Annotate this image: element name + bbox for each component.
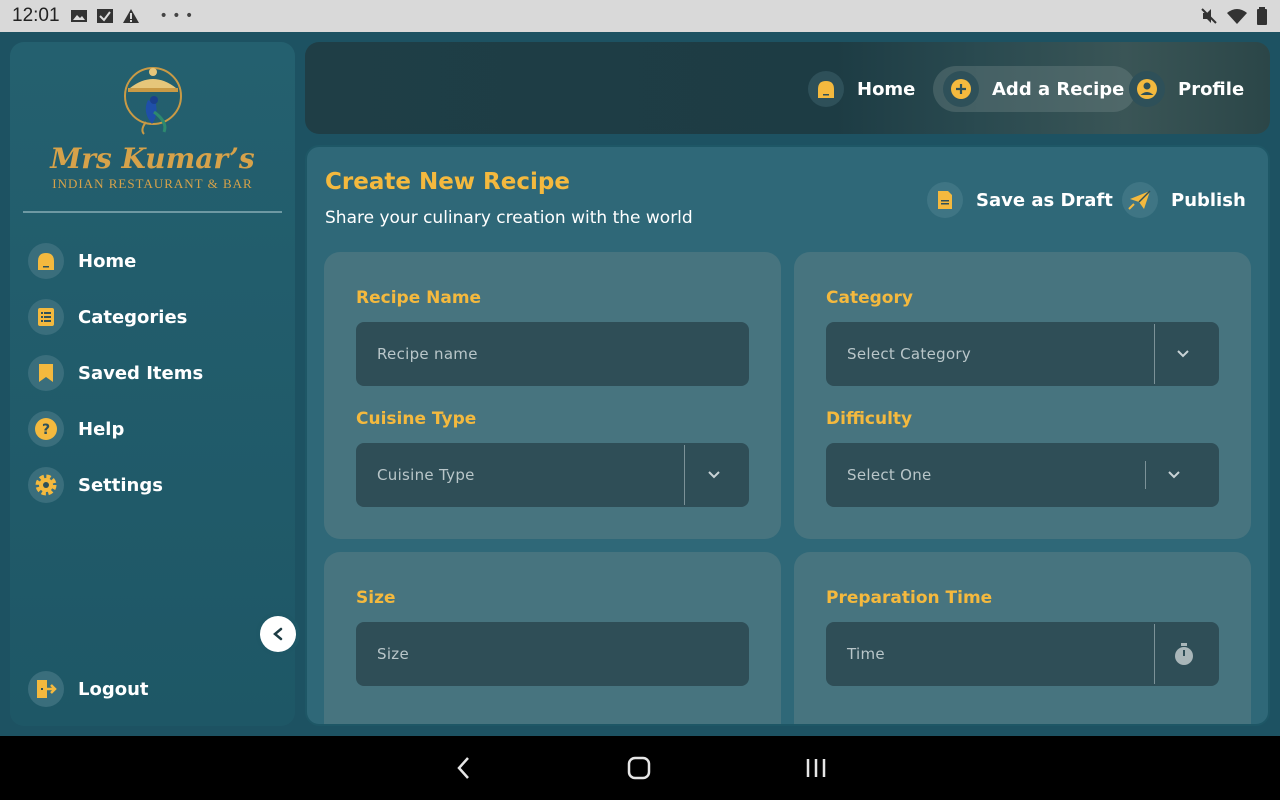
list-icon — [28, 299, 64, 335]
cuisine-type-select[interactable]: Cuisine Type — [356, 443, 749, 507]
classification-panel: Category Select Category Difficulty Sele… — [794, 252, 1251, 539]
sidebar-item-help[interactable]: ? Help — [28, 409, 124, 449]
home-icon — [28, 243, 64, 279]
cuisine-type-placeholder: Cuisine Type — [377, 466, 475, 484]
time-panel: Preparation Time Time — [794, 552, 1251, 724]
save-draft-button[interactable]: Save as Draft — [927, 182, 1113, 218]
header-nav-profile[interactable]: Profile — [1129, 66, 1244, 112]
recipe-name-label: Recipe Name — [356, 288, 482, 308]
document-icon — [927, 182, 963, 218]
sidebar-item-label: Settings — [78, 474, 163, 496]
wifi-icon — [1227, 9, 1247, 24]
chevron-down-icon — [1168, 471, 1180, 479]
status-bar: 12:01 • • • — [0, 0, 1280, 32]
difficulty-select[interactable]: Select One — [826, 443, 1219, 507]
sidebar-item-label: Saved Items — [78, 362, 204, 384]
logout-icon — [28, 671, 64, 707]
back-icon[interactable] — [454, 756, 474, 780]
sidebar-item-home[interactable]: Home — [28, 241, 136, 281]
publish-button[interactable]: Publish — [1122, 182, 1246, 218]
category-placeholder: Select Category — [847, 345, 972, 363]
difficulty-placeholder: Select One — [847, 466, 932, 484]
difficulty-label: Difficulty — [826, 409, 913, 429]
sidebar-item-label: Categories — [78, 306, 188, 328]
gear-icon — [28, 467, 64, 503]
header-nav-label: Home — [857, 78, 916, 100]
status-time: 12:01 — [12, 5, 60, 26]
field-separator — [684, 445, 685, 505]
restaurant-logo — [10, 52, 295, 142]
bookmark-icon — [28, 355, 64, 391]
chevron-down-icon — [1177, 350, 1189, 358]
publish-label: Publish — [1171, 189, 1246, 211]
send-icon — [1122, 182, 1158, 218]
cuisine-type-label: Cuisine Type — [356, 409, 477, 429]
field-separator — [1154, 624, 1155, 684]
chevron-left-icon — [273, 627, 283, 641]
save-draft-label: Save as Draft — [976, 189, 1113, 211]
field-separator — [1145, 461, 1146, 489]
sidebar-item-saved-items[interactable]: Saved Items — [28, 353, 203, 393]
recipe-name-placeholder: Recipe name — [377, 345, 478, 363]
chevron-down-icon — [708, 471, 720, 479]
more-icon: • • • — [159, 8, 194, 24]
size-panel: Size Size — [324, 552, 781, 724]
sidebar-item-settings[interactable]: Settings — [28, 465, 163, 505]
size-input[interactable]: Size — [356, 622, 749, 686]
header-nav-add-recipe[interactable]: Add a Recipe — [933, 66, 1137, 112]
image-icon — [70, 10, 87, 22]
page-title: Create New Recipe — [325, 169, 570, 195]
timer-icon — [1175, 643, 1193, 665]
category-label: Category — [826, 288, 913, 308]
header-nav-home[interactable]: Home — [808, 66, 915, 112]
battery-icon — [1257, 7, 1267, 25]
logout-button[interactable]: Logout — [28, 669, 149, 709]
mute-icon — [1201, 8, 1217, 24]
create-recipe-card: Create New Recipe Share your culinary cr… — [305, 145, 1270, 726]
recent-apps-icon[interactable] — [805, 756, 827, 780]
preparation-time-input[interactable]: Time — [826, 622, 1219, 686]
logout-label: Logout — [78, 678, 149, 700]
brand-subtitle: INDIAN RESTAURANT & BAR — [52, 176, 253, 191]
sidebar-item-label: Home — [78, 250, 137, 272]
home-icon — [808, 71, 844, 107]
sidebar-item-categories[interactable]: Categories — [28, 297, 187, 337]
field-separator — [1154, 324, 1155, 384]
collapse-sidebar-button[interactable] — [260, 616, 296, 652]
system-navigation-bar — [0, 736, 1280, 800]
svg-text:?: ? — [42, 422, 50, 438]
preparation-time-label: Preparation Time — [826, 588, 993, 608]
size-placeholder: Size — [377, 645, 409, 663]
top-header: Home Add a Recipe Profile — [305, 42, 1270, 134]
sidebar: Mrs Kumar’s INDIAN RESTAURANT & BAR Home… — [10, 42, 296, 726]
header-nav-label: Profile — [1178, 78, 1245, 100]
help-icon: ? — [28, 411, 64, 447]
size-label: Size — [356, 588, 396, 608]
plus-icon — [943, 71, 979, 107]
category-select[interactable]: Select Category — [826, 322, 1219, 386]
brand-title: Mrs Kumar’s — [50, 142, 255, 175]
sidebar-item-label: Help — [78, 418, 125, 440]
warning-icon — [122, 9, 139, 23]
user-icon — [1129, 71, 1165, 107]
sidebar-divider — [23, 211, 282, 213]
preparation-time-placeholder: Time — [847, 645, 885, 663]
header-nav-label: Add a Recipe — [992, 78, 1125, 100]
check-icon — [96, 9, 113, 23]
recipe-name-input[interactable]: Recipe name — [356, 322, 749, 386]
page-subtitle: Share your culinary creation with the wo… — [325, 208, 693, 228]
basic-info-panel: Recipe Name Recipe name Cuisine Type Cui… — [324, 252, 781, 539]
home-nav-icon[interactable] — [627, 756, 651, 780]
